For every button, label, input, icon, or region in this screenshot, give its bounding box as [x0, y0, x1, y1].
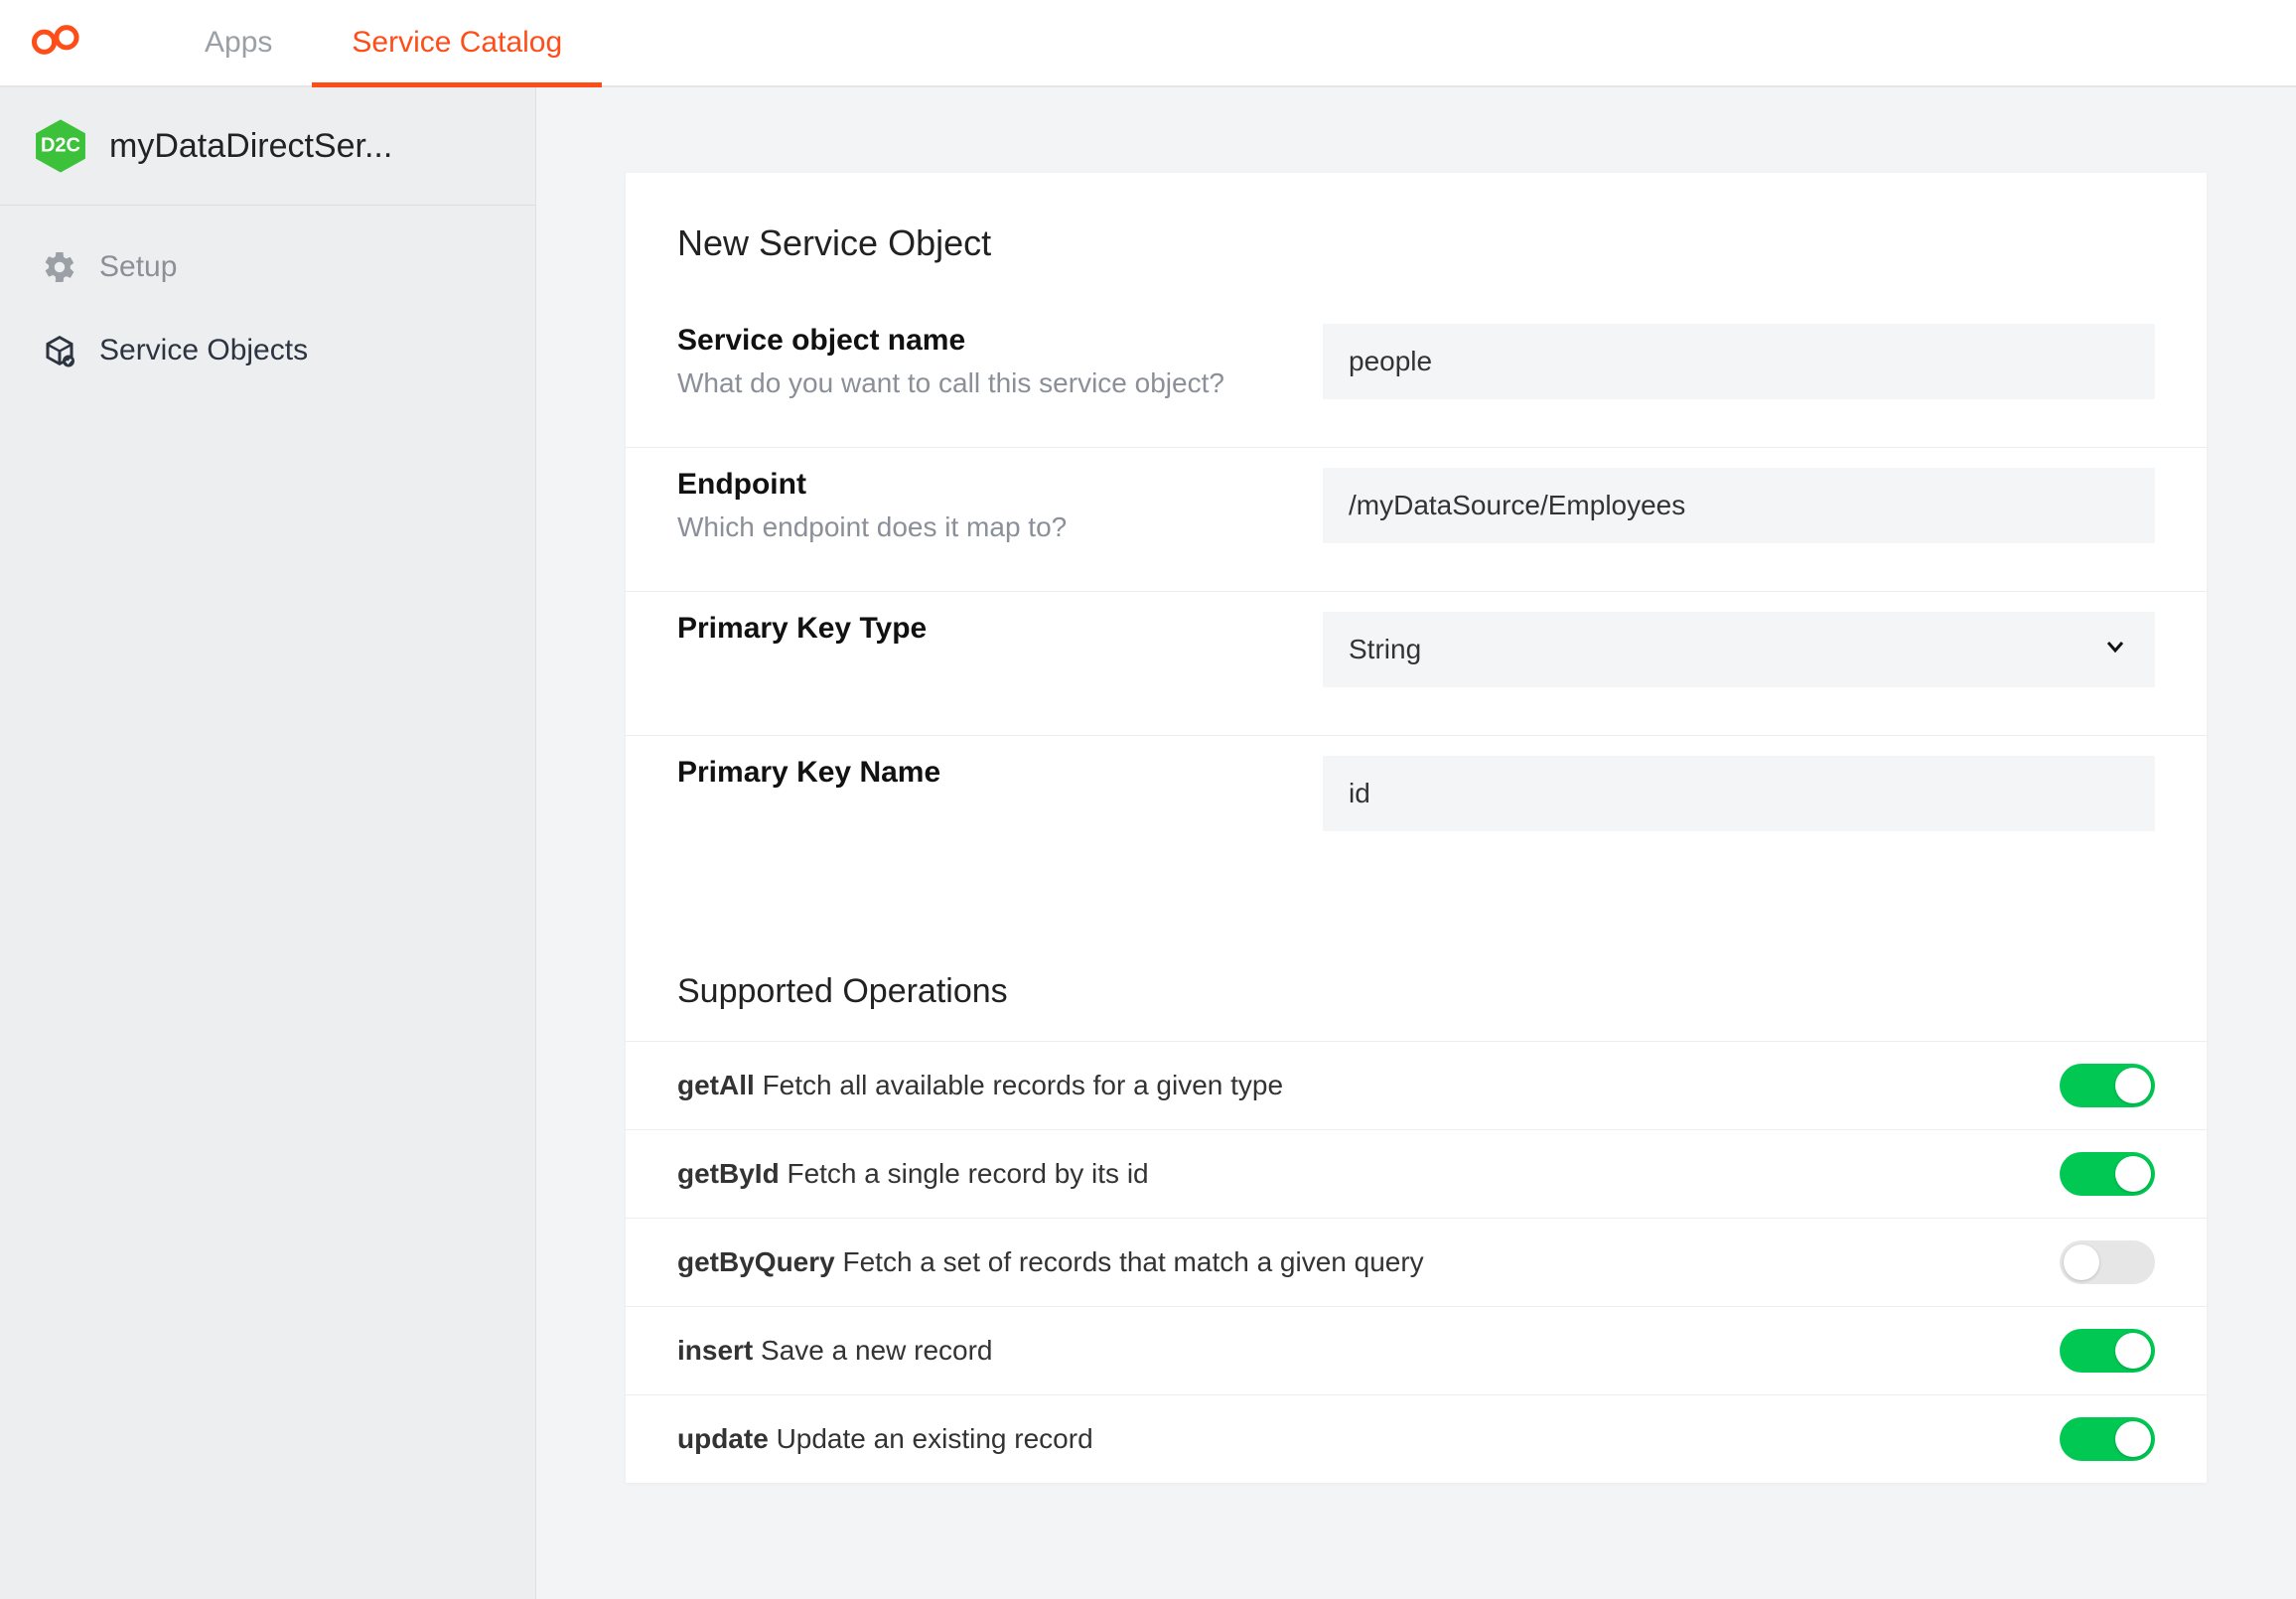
select-value: String [1323, 612, 2155, 687]
logo[interactable] [30, 0, 85, 85]
sidebar-title: myDataDirectSer... [109, 127, 392, 166]
field-label: Endpoint [677, 468, 1293, 502]
operation-getall: getAll Fetch all available records for a… [626, 1041, 2207, 1129]
sidebar-item-service-objects[interactable]: Service Objects [0, 309, 535, 392]
operation-update: update Update an existing record [626, 1394, 2207, 1483]
operation-description: Fetch a set of records that match a give… [843, 1246, 1424, 1277]
operation-getbyquery: getByQuery Fetch a set of records that m… [626, 1218, 2207, 1306]
operation-getbyid: getById Fetch a single record by its id [626, 1129, 2207, 1218]
toggle-getall[interactable] [2060, 1064, 2155, 1107]
sidebar-menu: Setup Service Objects [0, 206, 535, 392]
field-label: Primary Key Name [677, 756, 1293, 790]
sidebar-item-label: Service Objects [99, 334, 308, 367]
operation-name: insert [677, 1335, 753, 1366]
field-help: Which endpoint does it map to? [677, 511, 1293, 543]
operation-description: Fetch a single record by its id [787, 1158, 1148, 1189]
field-endpoint: Endpoint Which endpoint does it map to? [626, 448, 2207, 592]
form-title: New Service Object [626, 173, 2207, 304]
operation-description: Update an existing record [777, 1423, 1093, 1454]
operation-description: Fetch all available records for a given … [763, 1070, 1284, 1100]
tab-service-catalog[interactable]: Service Catalog [312, 2, 602, 87]
tab-apps[interactable]: Apps [165, 2, 312, 87]
service-badge-text: D2C [41, 135, 80, 158]
operation-insert: insert Save a new record [626, 1306, 2207, 1394]
field-primary-key-name: Primary Key Name [626, 736, 2207, 903]
field-label: Primary Key Type [677, 612, 1293, 646]
content: New Service Object Service object name W… [536, 87, 2296, 1599]
form-card: New Service Object Service object name W… [626, 173, 2207, 1483]
sidebar-header: D2C myDataDirectSer... [0, 87, 535, 206]
toggle-update[interactable] [2060, 1417, 2155, 1461]
toggle-getbyquery[interactable] [2060, 1240, 2155, 1284]
gear-icon [42, 249, 77, 285]
operation-name: getByQuery [677, 1246, 835, 1277]
field-service-object-name: Service object name What do you want to … [626, 304, 2207, 448]
cube-icon [42, 333, 77, 368]
operation-description: Save a new record [761, 1335, 992, 1366]
primary-key-name-input[interactable] [1323, 756, 2155, 831]
nav-tabs: Apps Service Catalog [165, 0, 602, 85]
toggle-getbyid[interactable] [2060, 1152, 2155, 1196]
operation-name: getAll [677, 1070, 755, 1100]
operation-name: update [677, 1423, 769, 1454]
primary-key-type-select[interactable]: String [1323, 612, 2155, 687]
sidebar: D2C myDataDirectSer... Setup Service Obj… [0, 87, 536, 1599]
field-label: Service object name [677, 324, 1293, 358]
operation-name: getById [677, 1158, 780, 1189]
top-nav: Apps Service Catalog [0, 0, 2296, 87]
endpoint-input[interactable] [1323, 468, 2155, 543]
sidebar-item-setup[interactable]: Setup [0, 225, 535, 309]
service-object-name-input[interactable] [1323, 324, 2155, 399]
toggle-insert[interactable] [2060, 1329, 2155, 1373]
field-primary-key-type: Primary Key Type String [626, 592, 2207, 736]
supported-operations-title: Supported Operations [626, 903, 2207, 1041]
sidebar-item-label: Setup [99, 250, 177, 284]
service-badge: D2C [32, 117, 89, 175]
field-help: What do you want to call this service ob… [677, 367, 1293, 399]
infinity-icon [30, 20, 85, 67]
